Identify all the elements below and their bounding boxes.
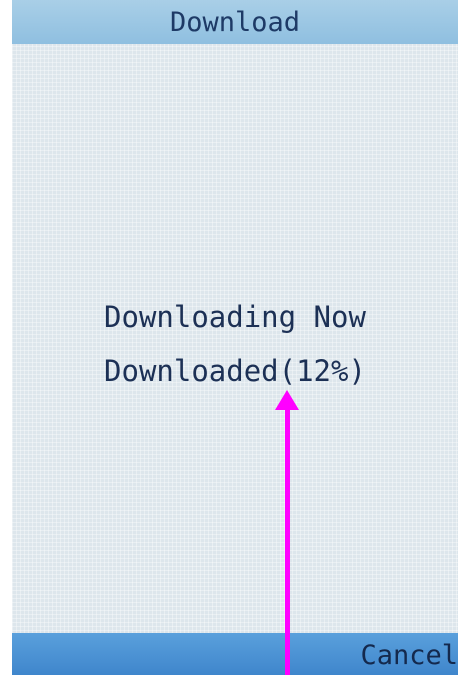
softkey-bar: Cancel bbox=[12, 633, 458, 675]
arrow-head bbox=[275, 390, 299, 410]
photo-frame: Download Downloading Now Downloaded(12%)… bbox=[0, 0, 462, 675]
status-message: Downloading Now bbox=[104, 300, 366, 334]
title-bar: Download bbox=[12, 0, 458, 44]
arrow-shaft bbox=[285, 408, 290, 675]
phone-screen: Download Downloading Now Downloaded(12%)… bbox=[12, 0, 458, 675]
progress-text: Downloaded(12%) bbox=[104, 354, 366, 388]
download-status: Downloading Now Downloaded(12%) bbox=[12, 290, 458, 398]
annotation-arrow-icon bbox=[275, 390, 299, 675]
cancel-softkey[interactable]: Cancel bbox=[360, 633, 458, 675]
page-title: Download bbox=[169, 6, 301, 38]
